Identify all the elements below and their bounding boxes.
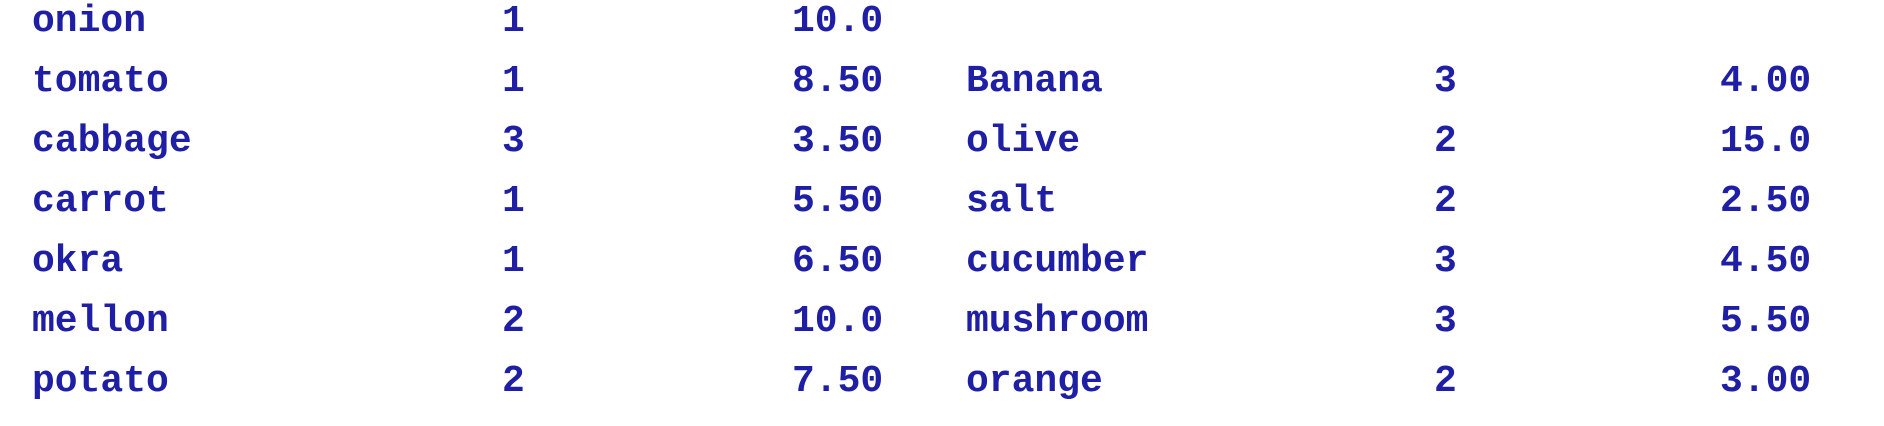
item-price-left: 5.50 — [792, 180, 884, 223]
item-name-left: okra — [32, 240, 124, 283]
table-row: onion 1 10.0 — [0, 0, 1884, 60]
item-qty-left: 1 — [502, 240, 525, 283]
item-name-right: olive — [966, 120, 1081, 163]
item-qty-right: 2 — [1434, 360, 1457, 403]
table-row: mellon 2 10.0 mushroom 3 5.50 — [0, 300, 1884, 360]
table-row: cabbage 3 3.50 olive 2 15.0 — [0, 120, 1884, 180]
item-qty-left: 2 — [502, 360, 525, 403]
item-price-right: 3.00 — [1720, 360, 1812, 403]
item-price-right: 5.50 — [1720, 300, 1812, 343]
table-row: tomato 1 8.50 Banana 3 4.00 — [0, 60, 1884, 120]
item-qty-right: 3 — [1434, 300, 1457, 343]
item-price-left: 10.0 — [792, 0, 884, 43]
item-qty-left: 1 — [502, 60, 525, 103]
item-name-left: cabbage — [32, 120, 192, 163]
item-price-right: 4.00 — [1720, 60, 1812, 103]
item-price-left: 10.0 — [792, 300, 884, 343]
item-name-left: tomato — [32, 60, 169, 103]
table-row: potato 2 7.50 orange 2 3.00 — [0, 360, 1884, 420]
item-price-left: 3.50 — [792, 120, 884, 163]
table-row: okra 1 6.50 cucumber 3 4.50 — [0, 240, 1884, 300]
item-name-right: mushroom — [966, 300, 1149, 343]
item-qty-right: 2 — [1434, 120, 1457, 163]
item-name-right: Banana — [966, 60, 1103, 103]
item-price-left: 6.50 — [792, 240, 884, 283]
item-qty-right: 3 — [1434, 60, 1457, 103]
item-name-left: onion — [32, 0, 147, 43]
item-price-left: 8.50 — [792, 60, 884, 103]
item-qty-right: 3 — [1434, 240, 1457, 283]
item-price-right: 4.50 — [1720, 240, 1812, 283]
item-qty-right: 2 — [1434, 180, 1457, 223]
item-name-right: cucumber — [966, 240, 1149, 283]
item-qty-left: 1 — [502, 180, 525, 223]
item-name-right: salt — [966, 180, 1058, 223]
item-name-left: mellon — [32, 300, 169, 343]
item-name-left: carrot — [32, 180, 169, 223]
item-qty-left: 2 — [502, 300, 525, 343]
item-listing: onion 1 10.0 tomato 1 8.50 Banana 3 4.00… — [0, 0, 1884, 426]
item-qty-left: 3 — [502, 120, 525, 163]
item-price-right: 2.50 — [1720, 180, 1812, 223]
item-name-left: potato — [32, 360, 169, 403]
table-row: carrot 1 5.50 salt 2 2.50 — [0, 180, 1884, 240]
item-price-left: 7.50 — [792, 360, 884, 403]
item-qty-left: 1 — [502, 0, 525, 43]
item-name-right: orange — [966, 360, 1103, 403]
item-price-right: 15.0 — [1720, 120, 1812, 163]
